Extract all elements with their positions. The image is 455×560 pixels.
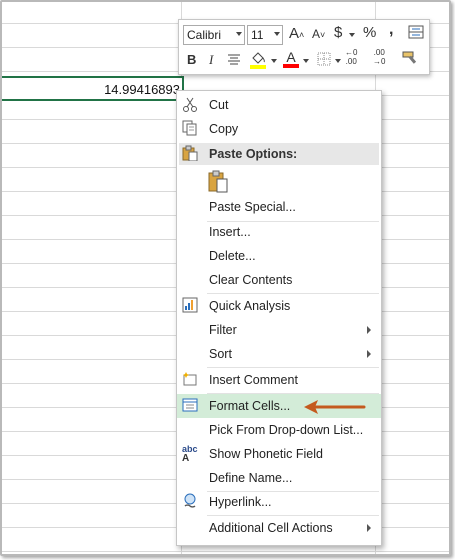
font-size-combo[interactable]: 11 — [247, 25, 283, 45]
chevron-down-icon[interactable] — [271, 59, 277, 63]
percent-button[interactable]: % — [363, 24, 376, 41]
menu-item-show-phonetic-field[interactable]: abc A Show Phonetic Field — [177, 442, 381, 466]
shrink-font-label: A — [312, 27, 321, 41]
decrease-decimal-button[interactable]: .00 →0 — [373, 48, 385, 66]
menu-item-quick-analysis[interactable]: Quick Analysis — [177, 294, 381, 318]
menu-item-insert-comment[interactable]: Insert Comment — [177, 368, 381, 392]
borders-button[interactable] — [317, 52, 331, 69]
chevron-right-icon — [367, 326, 371, 334]
menu-label: Quick Analysis — [209, 299, 291, 313]
menu-item-sort[interactable]: Sort — [177, 342, 381, 366]
chevron-down-icon — [236, 32, 242, 36]
menu-label: Delete... — [209, 249, 256, 263]
menu-label: Paste Special... — [209, 200, 296, 214]
increase-decimal-icon: ←0.00 — [345, 48, 358, 66]
font-color-button[interactable]: A — [283, 49, 299, 68]
menu-label: Define Name... — [209, 471, 293, 485]
menu-item-hyperlink[interactable]: Hyperlink... — [177, 490, 381, 514]
chevron-down-icon[interactable] — [335, 59, 341, 63]
mini-toolbar: Calibri 11 A˄ A˅ $ % , B I A ←0 .00 .00 … — [178, 19, 430, 75]
menu-label: Insert Comment — [209, 373, 298, 387]
grow-font-label: A — [289, 25, 300, 42]
format-painter-icon — [402, 51, 417, 64]
menu-item-pick-from-dropdown[interactable]: Pick From Drop-down List... — [177, 418, 381, 442]
menu-item-insert[interactable]: Insert... — [177, 220, 381, 244]
currency-button[interactable]: $ — [334, 24, 342, 41]
format-cells-icon — [182, 397, 200, 415]
paste-options-header: Paste Options: — [179, 143, 379, 165]
menu-label: Cut — [209, 98, 229, 112]
menu-item-define-name[interactable]: Define Name... — [177, 466, 381, 490]
menu-label: Additional Cell Actions — [209, 521, 333, 535]
comma-style-button[interactable]: , — [389, 21, 393, 39]
grow-font-button[interactable]: A˄ — [289, 25, 304, 42]
menu-item-copy[interactable]: Copy — [177, 117, 381, 141]
chevron-right-icon — [367, 524, 371, 532]
align-center-icon — [228, 54, 240, 65]
excel-window: 14.99416893 Calibri 11 A˄ A˅ $ % , B I A… — [0, 0, 451, 556]
align-center-button[interactable] — [227, 53, 241, 69]
menu-label: Format Cells... — [209, 399, 291, 413]
menu-label: Filter — [209, 323, 237, 337]
paste-option-button[interactable] — [205, 169, 231, 195]
fill-color-button[interactable] — [249, 49, 267, 72]
menu-label: Clear Contents — [209, 273, 293, 287]
decrease-decimal-icon: .00 →0 — [373, 48, 386, 66]
menu-item-additional-cell-actions[interactable]: Additional Cell Actions — [177, 516, 381, 540]
paint-bucket-icon — [250, 52, 266, 69]
font-size-value: 11 — [251, 28, 264, 42]
chevron-down-icon[interactable] — [349, 33, 355, 37]
font-name-combo[interactable]: Calibri — [183, 25, 245, 45]
chevron-down-icon — [274, 32, 280, 36]
menu-label: Show Phonetic Field — [209, 447, 323, 461]
bold-button[interactable]: B — [187, 52, 196, 67]
font-color-letter: A — [286, 49, 296, 65]
decrease-decimal-label: .00 — [373, 48, 385, 57]
quick-analysis-icon — [182, 297, 200, 315]
menu-item-paste-special[interactable]: Paste Special... — [177, 195, 381, 219]
menu-label: Hyperlink... — [209, 495, 272, 509]
clipboard-icon — [208, 170, 228, 193]
new-comment-icon — [182, 371, 200, 389]
menu-label: Copy — [209, 122, 239, 136]
merge-icon — [408, 25, 424, 39]
font-name-value: Calibri — [187, 28, 222, 42]
borders-icon — [317, 52, 331, 66]
merge-center-button[interactable] — [408, 24, 424, 43]
menu-label: Sort — [209, 347, 232, 361]
increase-decimal-button[interactable]: ←0.00 — [345, 48, 357, 66]
format-painter-button[interactable] — [401, 50, 419, 69]
paste-options-label: Paste Options: — [209, 147, 298, 161]
menu-item-filter[interactable]: Filter — [177, 318, 381, 342]
copy-icon — [182, 120, 200, 138]
hyperlink-icon — [182, 493, 200, 511]
menu-label: Insert... — [209, 225, 251, 239]
chevron-down-icon[interactable] — [303, 59, 309, 63]
cell-value: 14.99416893 — [104, 82, 180, 97]
phonetic-icon: abc A — [182, 444, 198, 464]
menu-item-clear-contents[interactable]: Clear Contents — [177, 268, 381, 292]
menu-label: Pick From Drop-down List... — [209, 423, 364, 437]
scissors-icon — [182, 96, 200, 114]
increase-decimal-label: .00 — [345, 57, 357, 66]
menu-item-delete[interactable]: Delete... — [177, 244, 381, 268]
active-cell[interactable]: 14.99416893 — [2, 76, 186, 103]
italic-button[interactable]: I — [209, 52, 213, 68]
chevron-right-icon — [367, 350, 371, 358]
shrink-font-button[interactable]: A˅ — [312, 27, 325, 41]
menu-item-cut[interactable]: Cut — [177, 93, 381, 117]
annotation-arrow-icon — [304, 400, 366, 414]
context-menu: Cut Copy Paste Options: Paste Special...… — [176, 90, 382, 546]
paste-icon — [182, 145, 198, 164]
